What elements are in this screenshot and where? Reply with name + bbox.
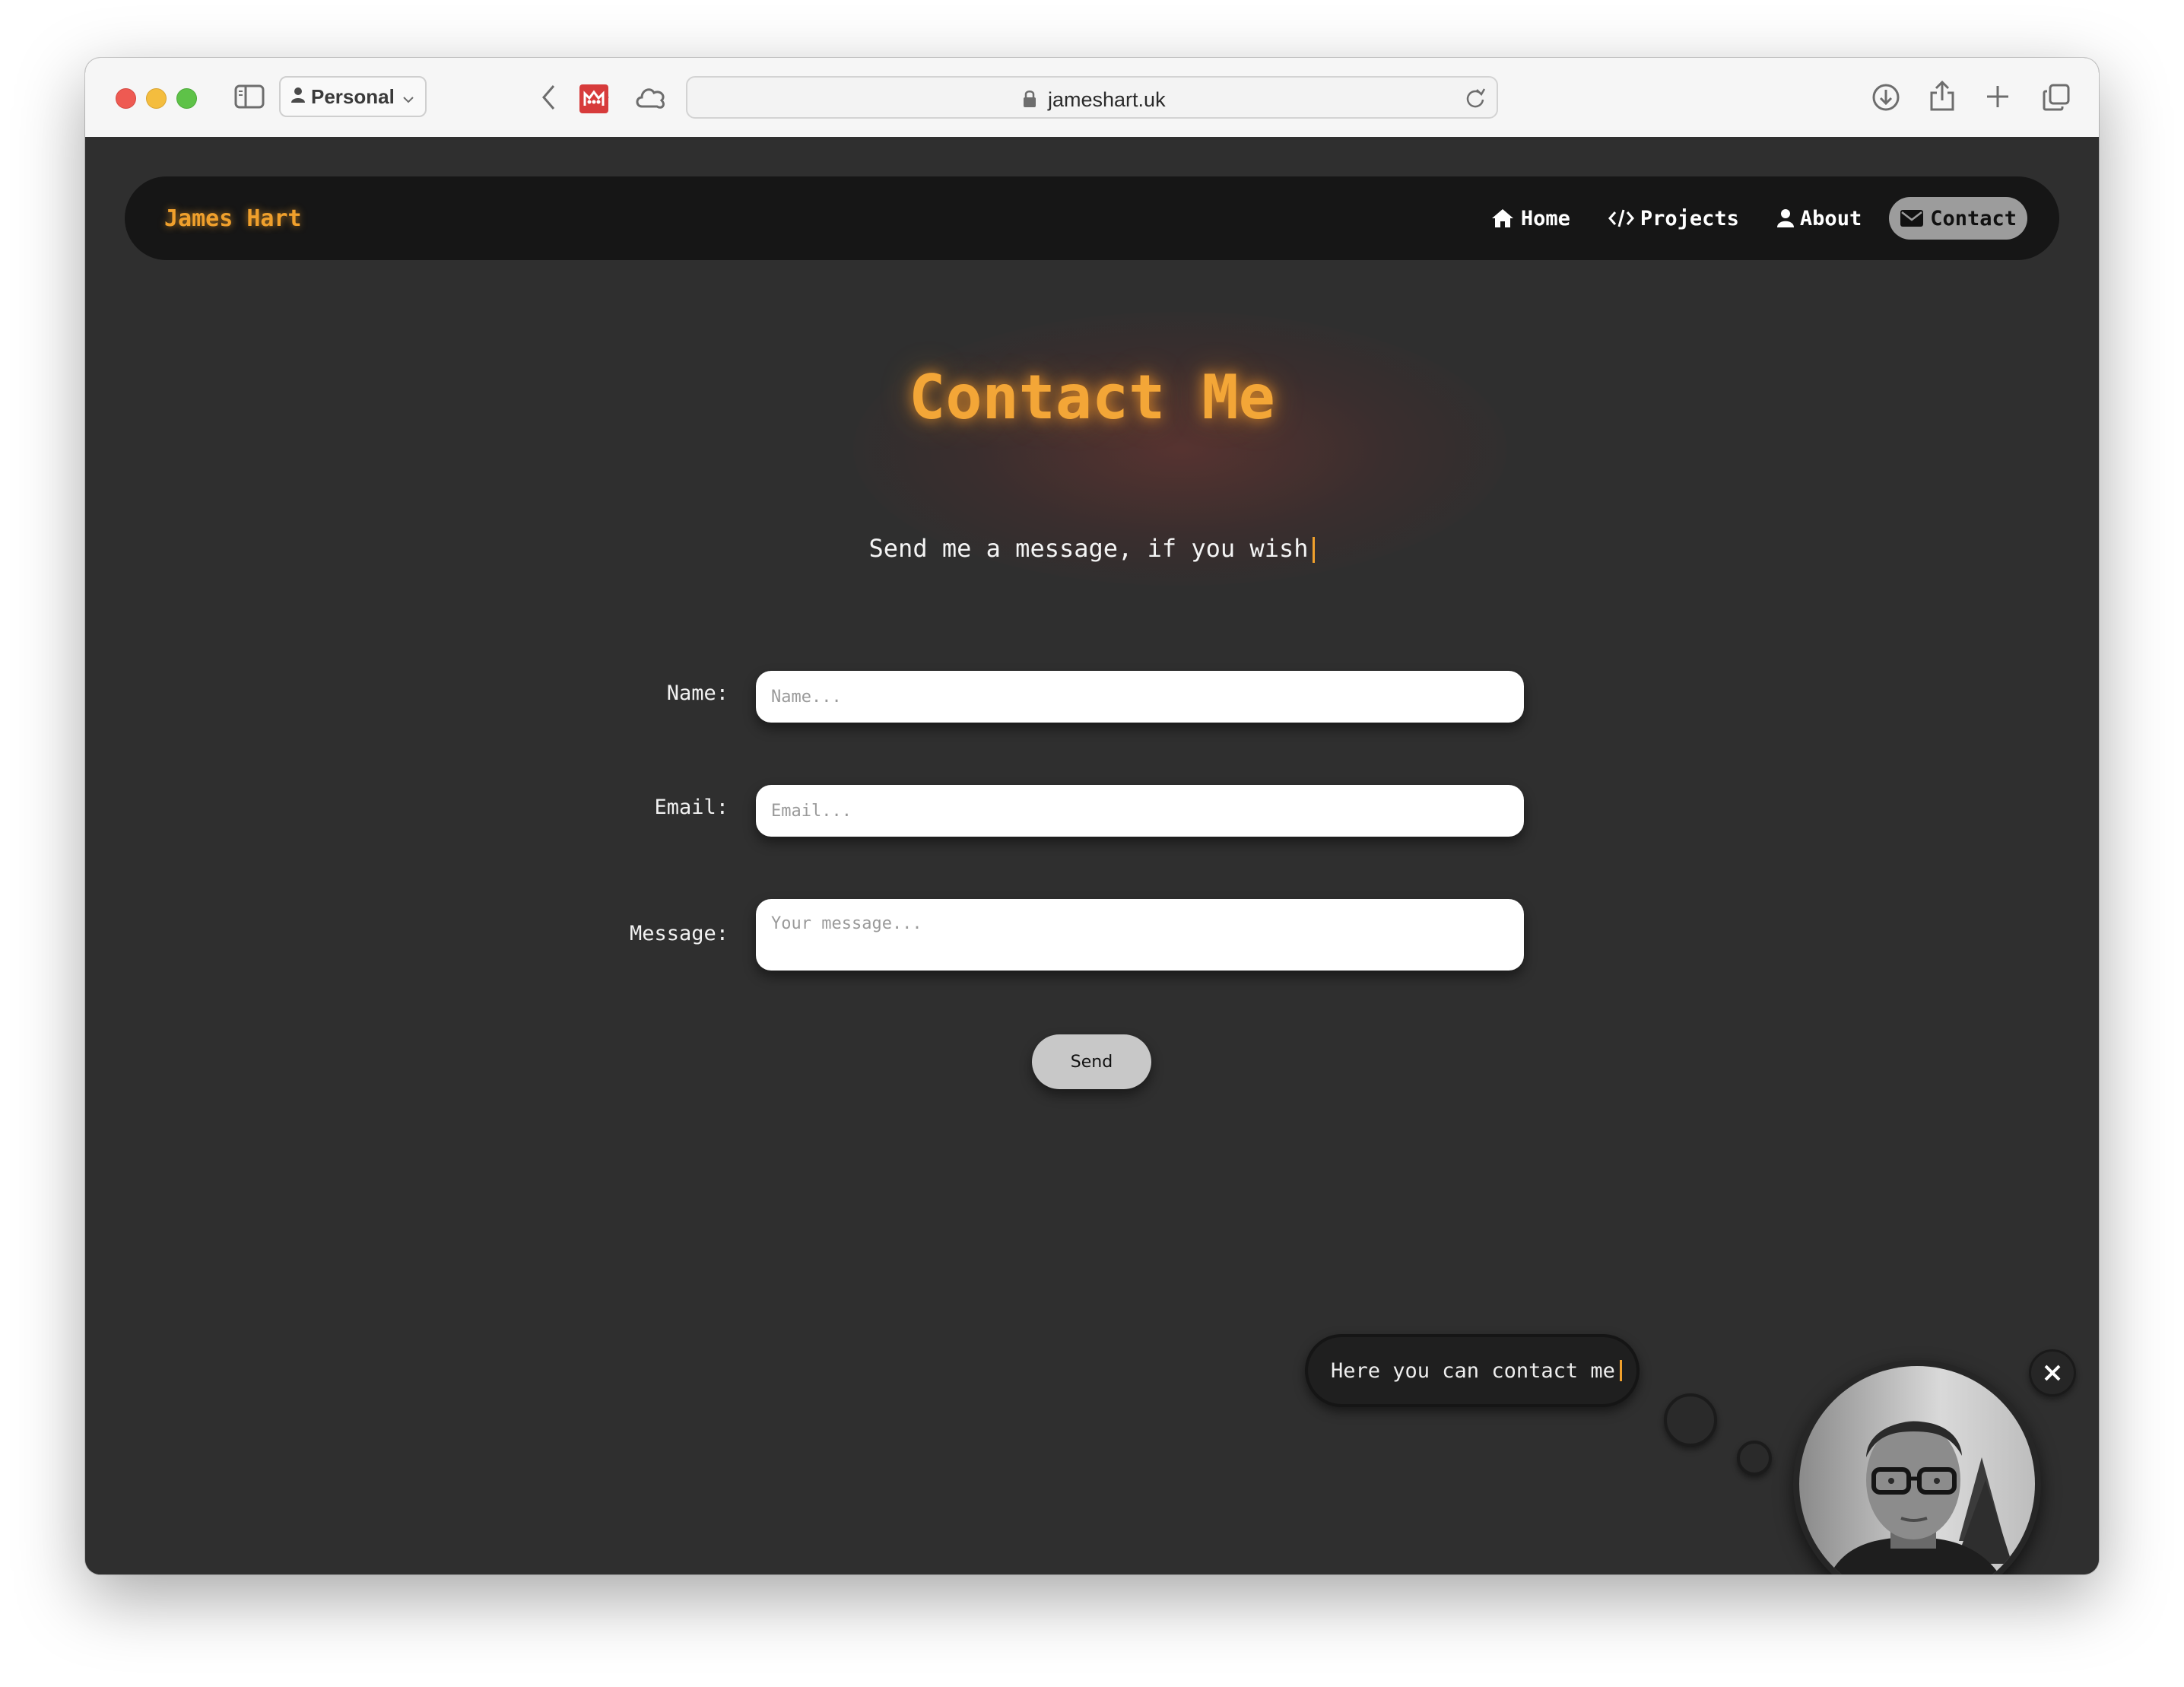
new-tab-plus-icon[interactable]: [1985, 84, 2011, 110]
subtitle-text: Send me a message, if you wish: [868, 534, 1309, 563]
nav-projects-label: Projects: [1640, 206, 1739, 230]
page-subtitle: Send me a message, if you wish: [85, 534, 2099, 563]
share-icon[interactable]: [1928, 79, 1956, 113]
avatar[interactable]: [1793, 1360, 2041, 1574]
close-icon: [2044, 1365, 2061, 1381]
name-input[interactable]: [756, 671, 1524, 723]
email-label: Email:: [654, 796, 729, 819]
close-assistant-button[interactable]: [2029, 1349, 2076, 1396]
nav-home-label: Home: [1520, 206, 1570, 230]
browser-toolbar: Personal jameshart.uk: [85, 58, 2099, 138]
profile-selector[interactable]: Personal: [279, 76, 427, 117]
page-title: Contact Me: [909, 362, 1275, 433]
thought-dot-small: [1737, 1441, 1772, 1476]
url-text: jameshart.uk: [1048, 88, 1166, 111]
chevron-down-icon: [402, 85, 414, 109]
user-icon: [1776, 209, 1794, 227]
name-label: Name:: [666, 681, 729, 705]
message-textarea[interactable]: [756, 899, 1524, 971]
nav-about-link[interactable]: About: [1767, 197, 1872, 240]
profile-label: Personal: [311, 84, 395, 108]
thought-dot-large: [1664, 1393, 1717, 1447]
home-icon: [1491, 209, 1513, 227]
tab-overview-icon[interactable]: [2041, 82, 2071, 113]
maximize-window-button[interactable]: [176, 88, 197, 109]
close-window-button[interactable]: [116, 88, 136, 109]
web-page: James Hart Home Projects About Contact C…: [85, 137, 2099, 1574]
minimize-window-button[interactable]: [146, 88, 167, 109]
person-icon: [291, 85, 305, 109]
bubble-text: Here you can contact me: [1331, 1358, 1615, 1383]
nav-links: Home Projects About Contact: [1463, 197, 2027, 240]
lock-icon: [1022, 89, 1037, 113]
profile-photo: [1799, 1366, 2035, 1574]
nav-contact-label: Contact: [1930, 206, 2017, 230]
sidebar-toggle-icon[interactable]: [234, 84, 265, 109]
site-navbar: James Hart Home Projects About Contact: [125, 176, 2059, 260]
typing-cursor: [1313, 537, 1316, 563]
address-bar[interactable]: jameshart.uk: [686, 76, 1498, 119]
message-label: Message:: [629, 922, 729, 945]
send-button[interactable]: Send: [1032, 1034, 1151, 1089]
code-icon: [1608, 209, 1634, 227]
cloud-extension-icon[interactable]: [634, 84, 668, 111]
nav-about-label: About: [1799, 206, 1862, 230]
nav-projects-link[interactable]: Projects: [1598, 197, 1750, 240]
nav-home-link[interactable]: Home: [1480, 197, 1581, 240]
reload-icon[interactable]: [1465, 87, 1486, 113]
envelope-icon: [1900, 210, 1924, 227]
extension-icon[interactable]: [579, 84, 608, 113]
email-input[interactable]: [756, 785, 1524, 837]
site-brand[interactable]: James Hart: [164, 205, 302, 232]
downloads-icon[interactable]: [1871, 82, 1901, 113]
back-arrow-icon[interactable]: [540, 83, 558, 112]
bubble-typing-cursor: [1619, 1360, 1622, 1381]
nav-contact-link[interactable]: Contact: [1889, 197, 2027, 240]
browser-window: Personal jameshart.uk James Hart Home Pr…: [85, 58, 2099, 1574]
assistant-speech-bubble: Here you can contact me: [1305, 1334, 1640, 1407]
